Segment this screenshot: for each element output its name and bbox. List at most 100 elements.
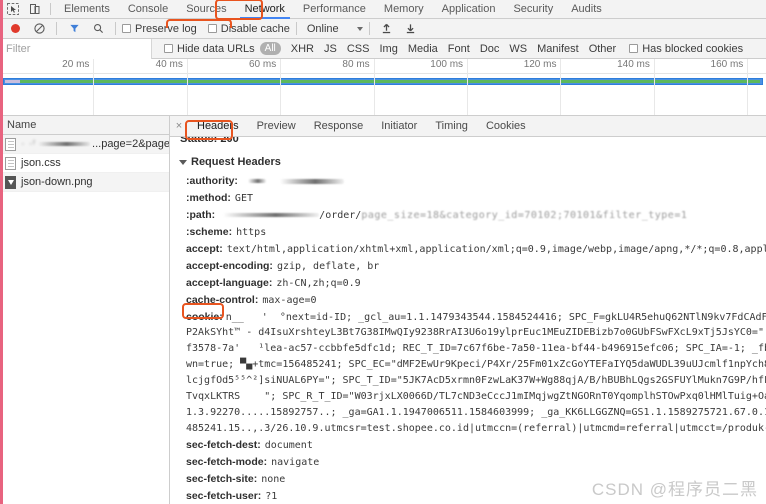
has-blocked-cookies-checkbox[interactable]: Has blocked cookies [629, 43, 743, 55]
header-name: :method: [186, 192, 231, 204]
status-line-text: Status: 200 [180, 137, 239, 145]
filter-type-media[interactable]: Media [403, 43, 443, 55]
throttle-dropdown[interactable]: Online [307, 23, 363, 35]
throttle-value: Online [306, 22, 339, 35]
preserve-log-box [122, 24, 131, 33]
tabbar-divider [50, 3, 51, 15]
column-header-name: Name [7, 119, 37, 131]
preserve-log-label: Preserve log [135, 22, 197, 35]
image-file-icon [5, 175, 16, 189]
tab-sources-label: Sources [186, 3, 227, 15]
header-name: sec-fetch-site: [186, 473, 258, 485]
overview-request-band [3, 78, 763, 85]
disable-cache-box [207, 24, 217, 33]
filter-type-img[interactable]: Img [374, 43, 402, 55]
search-icon[interactable] [87, 20, 109, 38]
devtools-window: Elements Console Sources Network Perform… [0, 0, 766, 504]
tab-timing[interactable]: Timing [426, 116, 477, 137]
request-list-header[interactable]: Name [0, 116, 169, 135]
import-har-icon[interactable] [376, 20, 398, 38]
tab-sources[interactable]: Sources [177, 0, 235, 19]
tab-preview[interactable]: Preview [248, 116, 305, 137]
header-name: sec-fetch-mode: [186, 456, 268, 468]
tab-audits-label: Audits [571, 3, 602, 15]
disable-cache-checkbox[interactable]: Disable cache [207, 23, 290, 35]
tab-timing-label: Timing [435, 120, 468, 132]
tab-network[interactable]: Network [236, 0, 294, 19]
network-filter-bar: Hide data URLs All XHR JS CSS Img Media … [0, 38, 766, 59]
network-overview[interactable]: 20 ms 40 ms 60 ms 80 ms 100 ms 120 ms 140 ms 16… [0, 59, 766, 116]
request-row[interactable]: · ·ʳ...page=2&page_siz... [0, 135, 169, 154]
overview-gridline-7 [747, 59, 749, 115]
overview-tick-1: 40 ms [155, 59, 183, 70]
filter-type-all[interactable]: All [259, 42, 281, 55]
cookie-header-block: cookie: n__ ' °next=id-ID; _gcl_au=1.1.1… [179, 309, 766, 437]
device-toolbar-icon[interactable] [24, 0, 46, 18]
header-name: cache-control: [186, 294, 259, 306]
header-row: :scheme: https [179, 224, 766, 241]
tab-cookies-label: Cookies [485, 120, 526, 132]
request-row[interactable]: json.css [0, 154, 169, 173]
header-row: accept: text/html,application/xhtml+xml,a… [179, 241, 766, 258]
filter-type-ws[interactable]: WS [504, 43, 532, 55]
overview-gridline-6 [653, 59, 655, 115]
tab-initiator[interactable]: Initiator [372, 116, 426, 137]
tab-security[interactable]: Security [504, 0, 562, 19]
filter-type-manifest[interactable]: Manifest [532, 43, 584, 55]
status-line: Status: 200 [170, 137, 766, 149]
tab-memory[interactable]: Memory [375, 0, 433, 19]
overview-tick-7: 160 ms [710, 59, 744, 70]
cookie-line: 485241.15..,.3/26.10.9.utmcsr=test.shope… [186, 423, 766, 434]
overview-gridline-1 [186, 59, 188, 115]
filter-type-doc[interactable]: Doc [475, 43, 505, 55]
overview-tick-5: 120 ms [523, 59, 557, 70]
request-row[interactable]: json-down.png [0, 173, 169, 192]
clear-button[interactable] [28, 20, 50, 38]
search-input[interactable] [0, 38, 152, 59]
preserve-log-checkbox[interactable]: Preserve log [122, 23, 197, 35]
inspect-cursor-icon[interactable] [2, 0, 24, 18]
filter-type-font[interactable]: Font [443, 43, 475, 55]
close-icon[interactable]: × [170, 120, 188, 132]
header-row: :path:/order/page_size=18&category_id=70… [179, 207, 766, 224]
filter-type-js[interactable]: JS [319, 43, 342, 55]
tab-elements-label: Elements [64, 3, 110, 15]
hide-data-urls-box [164, 44, 173, 53]
tab-headers[interactable]: Headers [188, 116, 248, 137]
has-blocked-cookies-box [629, 44, 639, 53]
overview-band-body [20, 80, 760, 83]
has-blocked-cookies-label: Has blocked cookies [642, 42, 744, 55]
header-name: accept-encoding: [186, 260, 273, 272]
toolbar-divider-1 [56, 22, 57, 35]
header-name: sec-fetch-user: [186, 490, 262, 502]
filter-type-css[interactable]: CSS [342, 43, 375, 55]
chevron-down-icon [356, 26, 363, 31]
sec-fetch-header-rows: sec-fetch-dest: document sec-fetch-mode: na… [179, 437, 766, 504]
tab-console[interactable]: Console [119, 0, 177, 19]
tab-elements[interactable]: Elements [55, 0, 119, 19]
tab-performance[interactable]: Performance [294, 0, 375, 19]
cookie-value: n__ ' °next=id-ID; _gcl_au=1.1.147934354… [225, 312, 766, 323]
tab-application[interactable]: Application [433, 0, 505, 19]
header-row: accept-encoding: gzip, deflate, br [179, 258, 766, 275]
filter-type-xhr[interactable]: XHR [286, 43, 319, 55]
tab-cookies[interactable]: Cookies [477, 116, 535, 137]
tab-response[interactable]: Response [305, 116, 373, 137]
export-har-icon[interactable] [400, 20, 422, 38]
header-name: sec-fetch-dest: [186, 439, 261, 451]
hide-data-urls-checkbox[interactable]: Hide data URLs [164, 43, 255, 55]
tab-initiator-label: Initiator [381, 120, 418, 132]
overview-tick-4: 100 ms [430, 59, 464, 70]
overview-gridline-2 [280, 59, 282, 115]
filter-type-other[interactable]: Other [584, 43, 622, 55]
network-toolbar: Preserve log Disable cache Online [0, 19, 766, 39]
funnel-icon[interactable] [63, 20, 85, 38]
header-row: :authority: [179, 173, 766, 190]
record-button[interactable] [4, 20, 26, 38]
tab-audits[interactable]: Audits [562, 0, 611, 19]
overview-tick-6: 140 ms [617, 59, 650, 70]
doc-file-icon [5, 156, 16, 170]
request-headers-section-title[interactable]: Request Headers [179, 156, 766, 168]
overview-gridline-3 [373, 59, 375, 115]
detail-tabbar: × Headers Preview Response Initiator Tim… [170, 116, 766, 137]
